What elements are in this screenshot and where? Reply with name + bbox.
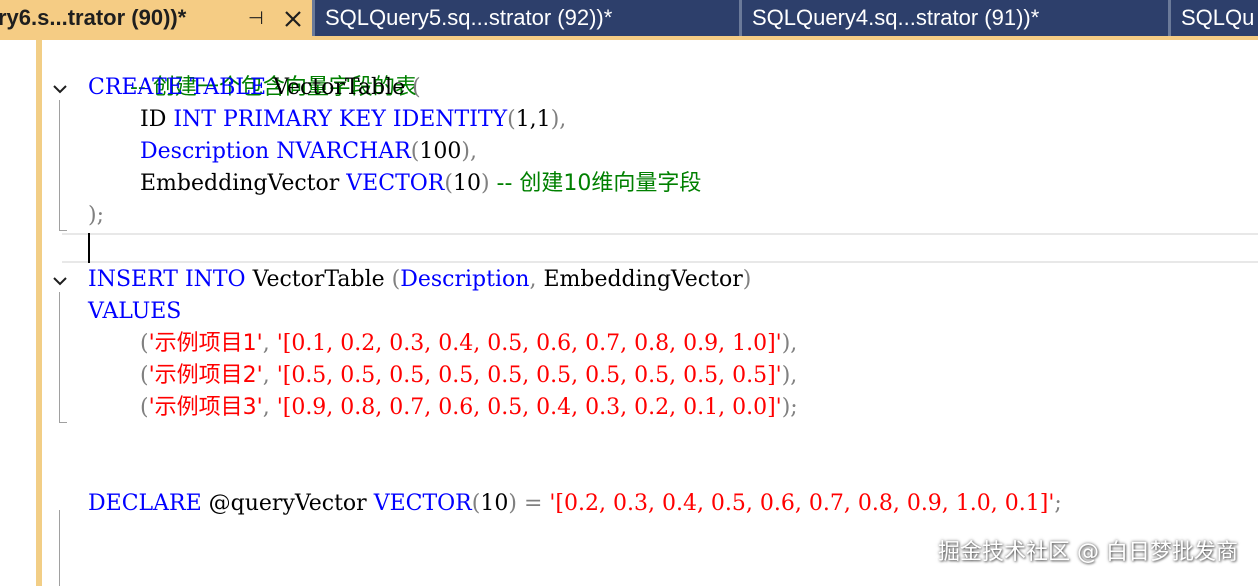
- identifier: EmbeddingVector: [543, 267, 743, 292]
- code-line: VALUES: [88, 296, 181, 328]
- keyword: PRIMARY: [222, 107, 332, 132]
- keyword: VECTOR: [346, 171, 445, 196]
- identifier: VectorTable: [252, 267, 385, 292]
- keyword: INSERT: [88, 267, 178, 292]
- punctuation: (: [444, 171, 453, 196]
- code-line: ('示例项目1', '[0.1, 0.2, 0.3, 0.4, 0.5, 0.6…: [140, 328, 797, 360]
- punctuation: ): [742, 267, 752, 292]
- fold-guide-end: [59, 230, 67, 231]
- keyword: CREATE: [88, 75, 183, 100]
- punctuation: ),: [781, 331, 798, 356]
- current-line-highlight: [62, 233, 1258, 263]
- keyword: DECLARE: [88, 491, 202, 516]
- code-line: );: [88, 200, 104, 232]
- punctuation: ),: [781, 363, 798, 388]
- code-line: ('示例项目3', '[0.9, 0.8, 0.7, 0.6, 0.5, 0.4…: [140, 392, 798, 424]
- code-line: ('示例项目2', '[0.5, 0.5, 0.5, 0.5, 0.5, 0.5…: [140, 360, 797, 392]
- keyword: INTO: [184, 267, 246, 292]
- code-line: CREATE TABLE VectorTable (: [88, 72, 421, 104]
- fold-guide-end: [59, 422, 67, 423]
- string-literal: '[0.2, 0.3, 0.4, 0.5, 0.6, 0.7, 0.8, 0.9…: [549, 491, 1055, 516]
- keyword: NVARCHAR: [276, 139, 411, 164]
- tab-sqlquery4[interactable]: SQLQuery4.sq...strator (91))*: [742, 0, 1168, 36]
- identifier: ID: [140, 107, 167, 132]
- punctuation: (: [412, 75, 421, 100]
- punctuation: ): [480, 171, 490, 196]
- code-line: ID INT PRIMARY KEY IDENTITY(1,1),: [140, 104, 566, 136]
- punctuation: ,: [262, 331, 270, 356]
- punctuation: (: [140, 395, 149, 420]
- punctuation: ;: [1054, 491, 1062, 516]
- operator: =: [523, 491, 543, 516]
- punctuation: (: [140, 363, 149, 388]
- punctuation: ),: [461, 139, 477, 164]
- identifier: VectorTable: [273, 75, 406, 100]
- punctuation: (: [140, 331, 149, 356]
- string-literal: '[0.1, 0.2, 0.3, 0.4, 0.5, 0.6, 0.7, 0.8…: [276, 331, 782, 356]
- string-literal: '示例项目3': [148, 395, 263, 420]
- punctuation: ): [508, 491, 517, 516]
- keyword: VALUES: [88, 299, 182, 324]
- keyword: IDENTITY: [392, 107, 508, 132]
- punctuation: );: [88, 203, 104, 228]
- number: 10: [480, 491, 509, 516]
- tab-title: ry6.s...trator (90))*: [0, 5, 187, 30]
- keyword: INT: [173, 107, 216, 132]
- code-line: Description NVARCHAR(100),: [140, 136, 477, 168]
- identifier: EmbeddingVector: [140, 171, 340, 196]
- code-line: -- 创建一个包含向量字段的表: [88, 40, 417, 100]
- number: 100: [419, 139, 462, 164]
- punctuation: (: [507, 107, 516, 132]
- keyword: VECTOR: [373, 491, 472, 516]
- number: 10: [452, 171, 481, 196]
- punctuation: );: [781, 395, 798, 420]
- keyword: KEY: [338, 107, 386, 132]
- punctuation: (: [391, 267, 401, 292]
- collapse-icon[interactable]: [51, 80, 69, 98]
- tab-sqlquery6[interactable]: ry6.s...trator (90))* ⊣: [0, 0, 314, 36]
- tab-title: SQLQu: [1181, 5, 1255, 30]
- code-line: DECLARE @queryVector VECTOR(10) = '[0.2,…: [88, 488, 1062, 520]
- sql-editor[interactable]: -- 创建一个包含向量字段的表 CREATE TABLE VectorTable…: [0, 40, 1258, 586]
- string-literal: '示例项目1': [148, 331, 263, 356]
- tab-sqlquery-partial[interactable]: SQLQu: [1171, 0, 1258, 36]
- punctuation: ,: [262, 395, 270, 420]
- number: 1,1: [515, 107, 551, 132]
- keyword: TABLE: [189, 75, 267, 100]
- fold-guide: [59, 100, 60, 230]
- fold-guide: [59, 292, 60, 422]
- text-caret: [88, 233, 90, 263]
- code-line: EmbeddingVector VECTOR(10) -- 创建10维向量字段: [140, 168, 701, 200]
- close-icon[interactable]: [280, 0, 308, 36]
- document-tab-strip: ry6.s...trator (90))* ⊣ SQLQuery5.sq...s…: [0, 0, 1258, 37]
- fold-guide: [59, 510, 60, 586]
- comment: -- 创建10维向量字段: [496, 171, 702, 196]
- tab-sqlquery5[interactable]: SQLQuery5.sq...strator (92))*: [315, 0, 739, 36]
- watermark: 掘金技术社区 @ 白日梦批发商: [938, 540, 1238, 565]
- keyword: Description: [140, 139, 270, 164]
- punctuation: ,: [262, 363, 270, 388]
- string-literal: '[0.9, 0.8, 0.7, 0.6, 0.5, 0.4, 0.3, 0.2…: [276, 395, 782, 420]
- tab-title: SQLQuery4.sq...strator (91))*: [752, 5, 1040, 30]
- change-tracking-margin: [36, 40, 42, 586]
- tab-title: SQLQuery5.sq...strator (92))*: [325, 5, 613, 30]
- keyword: Description: [400, 267, 530, 292]
- punctuation: ,: [529, 267, 537, 292]
- string-literal: '示例项目2': [148, 363, 263, 388]
- pin-icon[interactable]: ⊣: [248, 0, 264, 36]
- code-line: INSERT INTO VectorTable (Description, Em…: [88, 264, 751, 296]
- string-literal: '[0.5, 0.5, 0.5, 0.5, 0.5, 0.5, 0.5, 0.5…: [276, 363, 782, 388]
- collapse-icon[interactable]: [51, 272, 69, 290]
- punctuation: ),: [550, 107, 567, 132]
- variable: @queryVector: [208, 491, 367, 516]
